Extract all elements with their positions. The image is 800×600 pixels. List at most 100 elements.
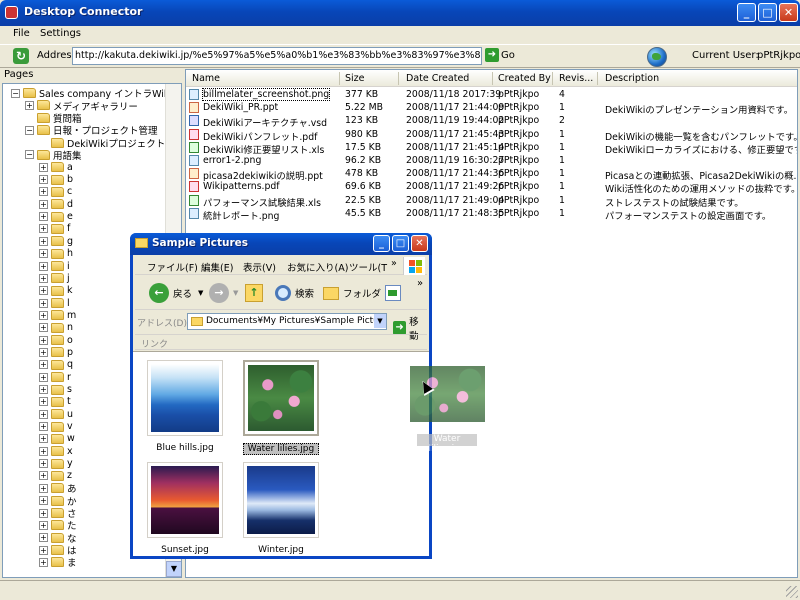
tree-item[interactable]: + i (39, 260, 70, 272)
tree-item[interactable]: + q (39, 359, 73, 371)
refresh-icon[interactable]: ↻ (13, 48, 29, 64)
file-row[interactable]: DekiWikiパンフレット.pdf 980 KB 2008/11/17 21:45… (186, 128, 797, 143)
expand-icon[interactable]: + (39, 520, 48, 530)
explorer-menu-favorites[interactable]: お気に入り(A) (287, 260, 348, 274)
file-row[interactable]: DekiWikiアーキテクチャ.vsd 123 KB 2008/11/19 19:4… (186, 114, 797, 129)
address-dropdown-icon[interactable]: ▼ (374, 314, 386, 328)
file-row[interactable]: パフォーマンス試験結果.xls 22.5 KB 2008/11/17 21:49:0… (186, 194, 797, 209)
go-button[interactable]: ➜ Go (485, 48, 515, 64)
tree-item[interactable]: + n (39, 322, 73, 334)
tree-item[interactable]: + e (39, 211, 73, 223)
column-size[interactable]: Size (345, 73, 365, 84)
tree-item[interactable]: + ま (39, 556, 77, 569)
collapse-icon[interactable]: − (25, 150, 34, 160)
expand-icon[interactable]: + (39, 323, 48, 333)
expand-icon[interactable]: + (39, 508, 48, 518)
file-row[interactable]: 統計レポート.png 45.5 KB 2008/11/17 21:48:35 pPtR… (186, 207, 797, 222)
tree-item[interactable]: + た (39, 519, 77, 532)
tree-item[interactable]: + o (39, 334, 73, 346)
folders-button[interactable]: フォルダ (323, 282, 381, 304)
file-row[interactable]: picasa2dekiwikiの説明.ppt 478 KB 2008/11/17 2… (186, 167, 797, 182)
explorer-menu-view[interactable]: 表示(V) (243, 260, 276, 274)
tree-item[interactable]: + l (39, 297, 70, 309)
expand-icon[interactable]: + (39, 162, 48, 172)
tree-item[interactable]: + さ (39, 507, 77, 520)
explorer-menu-file[interactable]: ファイル(F) (147, 260, 198, 274)
tree-item[interactable]: − 日報・プロジェクト管理 (25, 124, 158, 137)
thumbnail-sunset[interactable]: Sunset.jpg (147, 462, 223, 555)
tree-item[interactable]: + メディアギャラリー (25, 99, 138, 113)
explorer-maximize-button[interactable]: □ (392, 235, 409, 252)
forward-button[interactable]: → ▼ (209, 282, 238, 304)
thumbnail-water-lilies[interactable]: Water lilies.jpg (243, 360, 319, 455)
expand-icon[interactable]: + (39, 533, 48, 543)
views-button[interactable] (385, 282, 401, 304)
tree-item[interactable]: + j (39, 272, 70, 284)
tree-item[interactable]: + r (39, 371, 71, 383)
tree-item[interactable]: + は (39, 544, 77, 557)
tree-item[interactable]: + あ (39, 482, 77, 495)
expand-icon[interactable]: + (39, 335, 48, 345)
collapse-icon[interactable]: − (11, 88, 20, 98)
expand-icon[interactable]: + (39, 545, 48, 555)
expand-icon[interactable]: + (39, 261, 48, 271)
forward-dropdown-icon[interactable]: ▼ (233, 289, 238, 297)
tree-item[interactable]: DekiWikiプロジェクト (39, 136, 165, 150)
thumbnail-blue-hills[interactable]: Blue hills.jpg (147, 360, 223, 453)
minimize-button[interactable]: _ (737, 3, 756, 22)
collapse-icon[interactable]: − (25, 125, 34, 135)
tree-item[interactable]: − 用語集 (25, 149, 82, 162)
expand-icon[interactable]: + (39, 483, 48, 493)
file-row[interactable]: error1-2.png 96.2 KB 2008/11/19 16:30:27 pP… (186, 154, 797, 167)
tree-item[interactable]: + u (39, 408, 73, 420)
expand-icon[interactable]: + (39, 422, 48, 432)
expand-icon[interactable]: + (39, 273, 48, 283)
links-label[interactable]: リンク (141, 337, 168, 350)
column-revision[interactable]: Revis... (559, 73, 593, 84)
close-button[interactable]: ✕ (779, 3, 798, 22)
expand-icon[interactable]: + (39, 496, 48, 506)
menu-file[interactable]: File (13, 28, 30, 39)
expand-icon[interactable]: + (39, 310, 48, 320)
tree-item[interactable]: + な (39, 532, 77, 545)
tree-item[interactable]: + c (39, 186, 72, 198)
tree-item[interactable]: + b (39, 173, 73, 185)
explorer-menu-tools[interactable]: ツール(T (349, 260, 387, 274)
expand-icon[interactable]: + (39, 434, 48, 444)
tree-item[interactable]: + s (39, 383, 72, 395)
file-row[interactable]: DekiWiki修正要望リスト.xls 17.5 KB 2008/11/17 21:… (186, 141, 797, 156)
tree-item[interactable]: + a (39, 161, 73, 173)
expand-icon[interactable]: + (39, 175, 48, 185)
tree-item[interactable]: + y (39, 458, 73, 470)
thumbnail-winter[interactable]: Winter.jpg (243, 462, 319, 555)
expand-icon[interactable]: + (39, 385, 48, 395)
thumbnail-view[interactable]: Blue hills.jpg Water lilies.jpg Sunset.j… (133, 351, 429, 556)
tree-item[interactable]: + か (39, 495, 77, 508)
expand-icon[interactable]: + (39, 187, 48, 197)
expand-icon[interactable]: + (39, 286, 48, 296)
address-input[interactable]: http://kakuta.dekiwiki.jp/%e5%97%a5%e5%a… (72, 47, 482, 65)
tree-item[interactable]: + p (39, 346, 73, 358)
explorer-menu-edit[interactable]: 編集(E) (201, 260, 233, 274)
tree-item[interactable]: − Sales company イントラWiki (11, 87, 172, 100)
explorer-minimize-button[interactable]: _ (373, 235, 390, 252)
back-dropdown-icon[interactable]: ▼ (198, 289, 203, 297)
tree-item[interactable]: 質問箱 (25, 112, 82, 125)
tree-item[interactable]: + w (39, 433, 75, 445)
up-folder-button[interactable]: ↑ (245, 282, 263, 304)
file-row[interactable]: Wikipatterns.pdf 69.6 KB 2008/11/17 21:49:… (186, 180, 797, 195)
explorer-address-input[interactable]: Documents¥My Pictures¥Sample Pictures (187, 313, 387, 330)
file-row[interactable]: billmelater_screenshot.png 377 KB 2008/11/… (186, 88, 797, 101)
expand-icon[interactable]: + (25, 100, 34, 110)
column-date[interactable]: Date Created (406, 73, 469, 84)
column-description[interactable]: Description (605, 73, 659, 84)
tree-item[interactable]: + m (39, 309, 76, 321)
expand-icon[interactable]: + (39, 249, 48, 259)
menu-settings[interactable]: Settings (40, 28, 81, 39)
tree-item[interactable]: + d (39, 198, 73, 210)
tree-item[interactable]: + x (39, 445, 73, 457)
menu-overflow-icon[interactable]: » (391, 258, 397, 269)
tree-item[interactable]: + t (39, 396, 71, 408)
scroll-down-button[interactable]: ▼ (166, 561, 181, 577)
expand-icon[interactable]: + (39, 446, 48, 456)
